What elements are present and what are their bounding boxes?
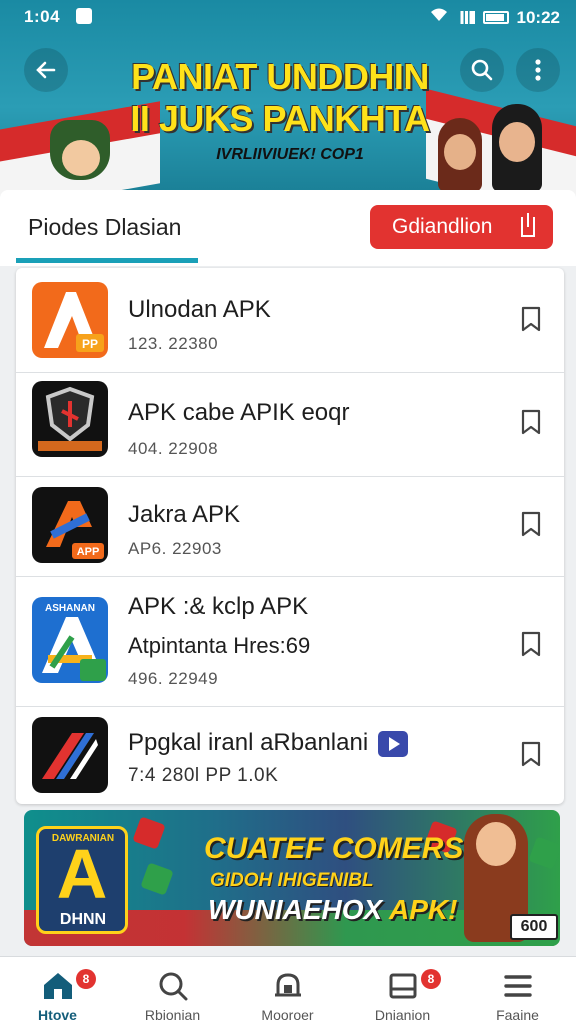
back-button[interactable]: [24, 48, 68, 92]
notification-badge: 8: [76, 969, 96, 989]
promo-logo-letter: A: [56, 835, 108, 913]
promo-tagline-text: WUNIAEHOX: [208, 894, 389, 925]
promo-tagline-accent: APK!: [388, 894, 458, 925]
bottom-navigation: 8 Htove Rbionian Mooroer 8 Dnianion Faai…: [0, 956, 576, 1024]
more-options-button[interactable]: [516, 48, 560, 92]
download-button[interactable]: Gdiandlion: [370, 205, 553, 249]
hero-title-line: PANIAT UNDDHIN: [131, 56, 429, 97]
promo-headline: CUATEF COMERSIA!: [204, 832, 504, 865]
search-icon: [471, 59, 493, 81]
blue-a-app-icon: ASHANAN: [32, 597, 108, 683]
app-name: APK cabe APIK eoqr: [128, 399, 350, 426]
app-meta: AP6. 22903: [128, 539, 222, 558]
svg-text:PP: PP: [82, 337, 98, 351]
battery-icon: [482, 11, 509, 24]
home-icon: [44, 973, 72, 999]
bookmark-icon[interactable]: [520, 631, 542, 657]
status-time: 1:04: [24, 7, 61, 26]
svg-text:ASHANAN: ASHANAN: [45, 603, 95, 614]
app-name: Ppgkal iranl aRbanlani: [128, 729, 409, 757]
app-meta: 496. 22949: [128, 669, 219, 688]
status-bar: 1:04 10:22: [0, 0, 576, 34]
bookmark-icon[interactable]: [520, 409, 542, 435]
black-a-app-icon: APP: [32, 487, 108, 563]
promo-decoration: [132, 816, 166, 850]
app-name-text: Ppgkal iranl aRbanlani: [128, 729, 369, 756]
promo-price-tag: 600: [510, 914, 558, 940]
person-face: [499, 122, 535, 162]
nav-label: Faaine: [496, 1007, 539, 1023]
nav-item-notifications[interactable]: Mooroer: [230, 957, 345, 1024]
promo-logo-bottom: DHNN: [59, 911, 107, 928]
download-button-label: Gdiandlion: [392, 215, 493, 238]
app-meta: 7:4 280l PP 1.0K: [128, 765, 279, 786]
more-vertical-icon: [535, 59, 541, 81]
app-name: Ulnodan APK: [128, 296, 271, 323]
list-item[interactable]: APP Jakra APK AP6. 22903: [16, 476, 564, 576]
child-face: [476, 822, 516, 866]
search-button[interactable]: [460, 48, 504, 92]
bookmark-icon[interactable]: [520, 306, 542, 332]
promo-subline: GIDOH IHIGENIBL: [210, 870, 374, 891]
nav-label: Mooroer: [261, 1007, 314, 1023]
hero-title: PANIAT UNDDHIN II JUKS PANKHTA: [120, 56, 440, 140]
red-stripe-app-icon: [32, 717, 108, 793]
nav-item-home[interactable]: 8 Htove: [0, 957, 115, 1024]
app-list: PP Ulnodan APK 123. 22380 APK cabe APIK …: [16, 268, 564, 804]
search-icon: [159, 972, 188, 1001]
list-item[interactable]: PP Ulnodan APK 123. 22380: [16, 268, 564, 372]
arrow-left-icon: [36, 61, 56, 79]
nav-label: Rbionian: [144, 1007, 201, 1023]
notification-badge: 8: [421, 969, 441, 989]
hero-title-line: II JUKS PANKHTA: [130, 98, 430, 139]
orange-a-app-icon: PP: [32, 282, 108, 358]
nav-item-menu[interactable]: Faaine: [460, 957, 575, 1024]
list-item[interactable]: APK cabe APIK eoqr 404. 22908: [16, 372, 564, 476]
bookmark-icon[interactable]: [520, 511, 542, 537]
promo-banner[interactable]: DAWRANIAN A DHNN CUATEF COMERSIA! GIDOH …: [24, 810, 560, 946]
list-item[interactable]: Ppgkal iranl aRbanlani 7:4 280l PP 1.0K: [16, 706, 564, 804]
app-name: Jakra APK: [128, 501, 241, 528]
promo-tagline: WUNIAEHOX APK!: [208, 894, 457, 926]
app-subtitle: Atpintanta Hres:69: [128, 633, 311, 658]
menu-icon: [504, 975, 532, 997]
download-icon: [521, 213, 535, 237]
svg-text:APP: APP: [77, 546, 100, 558]
shield-app-icon: [32, 381, 108, 457]
bell-icon: [275, 973, 301, 997]
hero-banner: 1:04 10:22 PANIAT UNDDHIN II JUKS PANKHT…: [0, 0, 576, 195]
signal-icon: [456, 11, 475, 24]
nav-label: Dnianion: [374, 1007, 431, 1023]
status-clock: 10:22: [516, 7, 560, 27]
list-item[interactable]: ASHANAN APK :& kclp APK Atpintanta Hres:…: [16, 576, 564, 706]
mascot-face: [62, 140, 100, 176]
promo-decoration: [140, 862, 174, 896]
promo-logo: DAWRANIAN A DHNN: [36, 826, 128, 934]
bookmark-icon[interactable]: [520, 741, 542, 767]
nav-item-downloads[interactable]: 8 Dnianion: [345, 957, 460, 1024]
app-meta: 123. 22380: [128, 334, 219, 353]
person-face: [444, 134, 476, 170]
app-meta: 404. 22908: [128, 439, 219, 458]
downloads-icon: [389, 973, 417, 999]
promo-decoration: [528, 836, 560, 870]
tab-active[interactable]: Piodes Dlasian: [28, 214, 181, 241]
app-name: APK :& kclp APK: [128, 593, 309, 620]
wifi-icon: [429, 7, 449, 28]
nav-item-search[interactable]: Rbionian: [115, 957, 230, 1024]
nav-label: Htove: [38, 1007, 77, 1023]
play-store-icon: [378, 730, 409, 757]
notification-icon: [76, 8, 92, 24]
hero-subtitle: IVRLIIVIUEK! COP1: [216, 146, 364, 163]
tab-indicator: [16, 258, 198, 263]
